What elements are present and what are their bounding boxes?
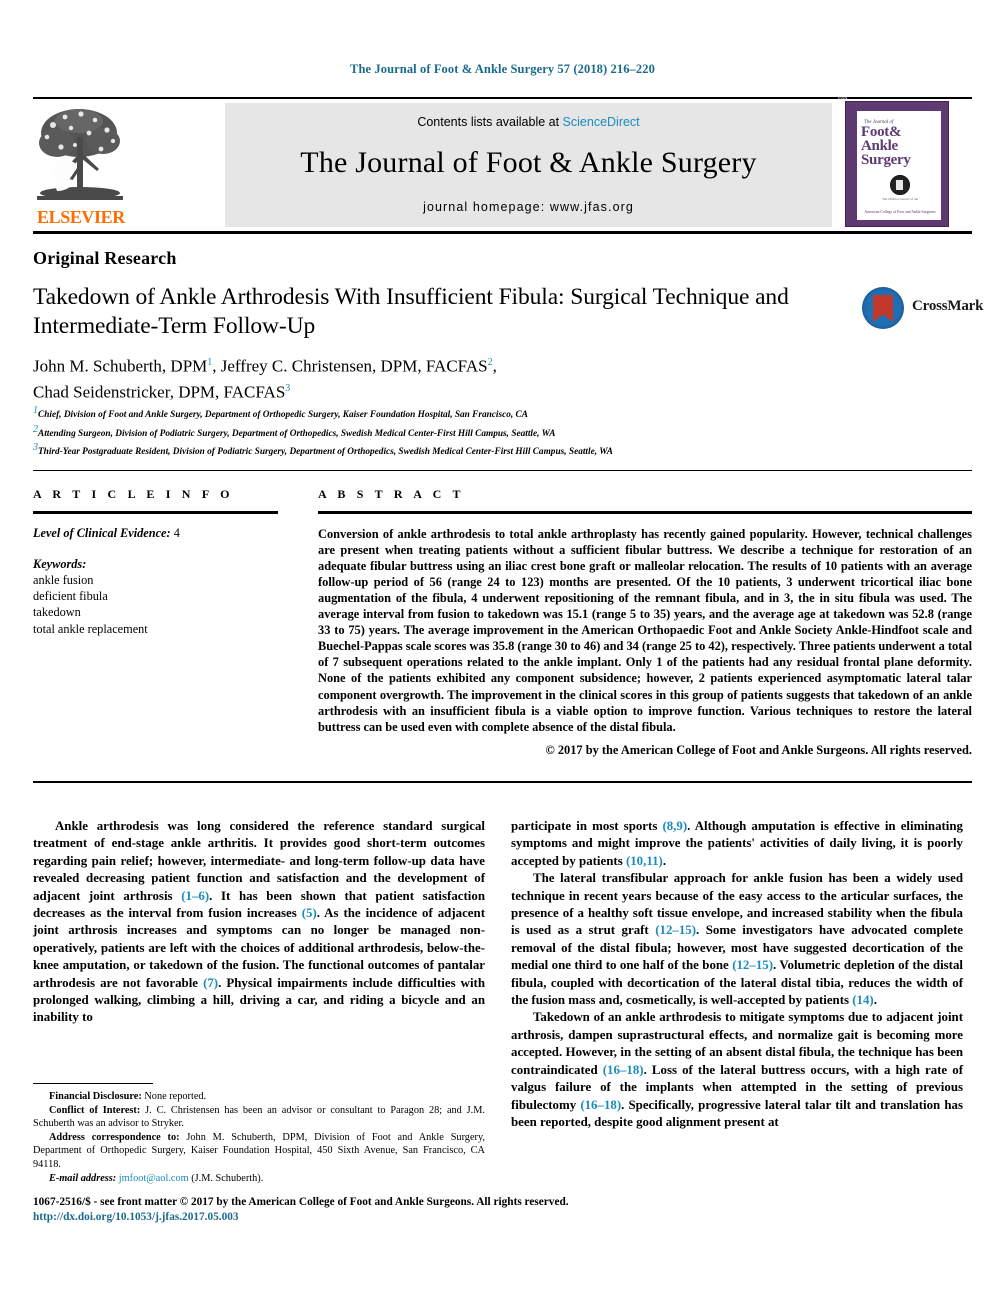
- running-head: The Journal of Foot & Ankle Surgery 57 (…: [350, 62, 655, 76]
- issn-copyright-line: 1067-2516/$ - see front matter © 2017 by…: [33, 1196, 569, 1208]
- citation-link[interactable]: (7): [203, 976, 218, 990]
- affiliation-1-text: Chief, Division of Foot and Ankle Surger…: [38, 410, 528, 421]
- author-1: John M. Schuberth, DPM: [33, 356, 208, 376]
- body-column-right: participate in most sports (8,9). Althou…: [511, 818, 963, 1131]
- sciencedirect-link[interactable]: ScienceDirect: [563, 115, 640, 129]
- footnote-conflict-of-interest: Conflict of Interest: J. C. Christensen …: [33, 1104, 485, 1131]
- keywords-label: Keywords:: [33, 556, 87, 571]
- citation-link[interactable]: (12–15): [655, 923, 696, 937]
- crossmark-label: CrossMark: [912, 298, 984, 314]
- body-column-left: Ankle arthrodesis was long considered th…: [33, 818, 485, 1027]
- cover-title-line3: Surgery: [861, 152, 911, 168]
- journal-article-page: The Journal of Foot & Ankle Surgery 57 (…: [0, 0, 1005, 1305]
- citation-link[interactable]: (1–6): [181, 889, 209, 903]
- abstract-text: Conversion of ankle arthrodesis to total…: [318, 526, 973, 734]
- body-text: .: [662, 853, 667, 868]
- evidence-value: 4: [173, 525, 180, 540]
- masthead: ELSEVIER Contents lists available at Sci…: [33, 95, 972, 229]
- email-link[interactable]: jmfoot@aol.com: [119, 1173, 189, 1184]
- affiliation-2-text: Attending Surgeon, Division of Podiatric…: [38, 428, 556, 439]
- cover-society-seal-icon: [890, 175, 910, 195]
- abstract-column: A B S T R A C T Conversion of ankle arth…: [318, 487, 972, 758]
- contents-bar: Contents lists available at ScienceDirec…: [225, 103, 832, 227]
- cover-title-line2: Ankle: [861, 138, 898, 154]
- citation-link[interactable]: (14): [852, 993, 873, 1007]
- citation-link[interactable]: (10,11): [626, 854, 663, 868]
- doi-link[interactable]: http://dx.doi.org/10.1053/j.jfas.2017.05…: [33, 1211, 933, 1223]
- citation-link[interactable]: (8,9): [662, 819, 687, 833]
- evidence-label: Level of Clinical Evidence:: [33, 525, 171, 540]
- citation-link[interactable]: (12–15): [732, 958, 773, 972]
- author-3: Chad Seidenstricker, DPM, FACFAS: [33, 382, 286, 402]
- body-paragraph: Takedown of an ankle arthrodesis to miti…: [511, 1009, 963, 1131]
- body-paragraph: The lateral transfibular approach for an…: [511, 870, 963, 1009]
- article-info-heading: A R T I C L E I N F O: [33, 487, 234, 501]
- affiliation-3-text: Third-Year Postgraduate Resident, Divisi…: [38, 447, 613, 458]
- keyword-item: ankle fusion: [33, 573, 94, 587]
- cover-issn-label: ISSN: [838, 95, 848, 100]
- article-info-column: A R T I C L E I N F O Level of Clinical …: [33, 487, 278, 637]
- footnote-financial-disclosure: Financial Disclosure: None reported.: [33, 1090, 485, 1104]
- keywords-block: Keywords: ankle fusion deficient fibula …: [33, 556, 278, 637]
- abstract-heading-rule: [318, 511, 972, 514]
- elsevier-wordmark: ELSEVIER: [37, 207, 125, 227]
- cover-society-line: American College of Foot and Ankle Surge…: [864, 210, 936, 214]
- email-label: E-mail address:: [49, 1172, 117, 1184]
- footnotes-block: Financial Disclosure: None reported. Con…: [33, 1090, 485, 1185]
- affiliation-2: 2Attending Surgeon, Division of Podiatri…: [33, 423, 853, 442]
- footnote-address: Address correspondence to: John M. Schub…: [33, 1131, 485, 1172]
- body-paragraph: Ankle arthrodesis was long considered th…: [33, 818, 485, 1027]
- masthead-top-rule: [33, 97, 972, 99]
- elsevier-tree-icon: [37, 103, 123, 203]
- article-info-heading-rule: [33, 511, 278, 514]
- journal-name: The Journal of Foot & Ankle Surgery: [300, 146, 757, 179]
- keyword-item: total ankle replacement: [33, 621, 148, 636]
- citation-link[interactable]: (5): [302, 906, 317, 920]
- citation-link[interactable]: (16–18): [580, 1098, 621, 1112]
- journal-homepage[interactable]: journal homepage: www.jfas.org: [225, 200, 832, 214]
- abstract-copyright: © 2017 by the American College of Foot a…: [545, 742, 972, 757]
- article-info-body: Level of Clinical Evidence: 4 Keywords: …: [33, 525, 278, 637]
- conflict-label: Conflict of Interest:: [49, 1104, 141, 1116]
- author-list: John M. Schuberth, DPM1, Jeffrey C. Chri…: [33, 352, 823, 403]
- affiliation-3: 3Third-Year Postgraduate Resident, Divis…: [33, 441, 853, 460]
- crossmark-circle-icon: [862, 287, 904, 329]
- financial-disclosure-label: Financial Disclosure:: [49, 1091, 142, 1102]
- body-paragraph: participate in most sports (8,9). Althou…: [511, 818, 963, 870]
- article-section-type: Original Research: [33, 248, 177, 268]
- author-2: , Jeffrey C. Christensen, DPM, FACFAS: [212, 356, 488, 376]
- body-text: participate in most sports: [511, 819, 663, 833]
- keyword-item: takedown: [33, 605, 81, 620]
- crossmark-bookmark-icon: [873, 295, 893, 322]
- email-suffix: (J.M. Schuberth).: [188, 1172, 264, 1184]
- abstract-heading: A B S T R A C T: [318, 487, 465, 501]
- cover-society-small: The Official Journal of the: [881, 197, 919, 201]
- cover-inner-panel: The Journal of Foot& Ankle Surgery The O…: [857, 111, 941, 220]
- author-separator: ,: [492, 356, 497, 376]
- keyword-item: deficient fibula: [33, 589, 108, 604]
- crossmark-badge[interactable]: CrossMark: [862, 285, 983, 331]
- contents-prefix: Contents lists available at: [417, 115, 563, 129]
- author-3-affil-marker[interactable]: 3: [285, 383, 290, 394]
- footnote-rule: [33, 1083, 153, 1085]
- elsevier-logo: ELSEVIER: [37, 103, 125, 227]
- address-label: Address correspondence to:: [49, 1131, 180, 1143]
- article-title: Takedown of Ankle Arthrodesis With Insuf…: [33, 284, 789, 339]
- cover-title-line1: Foot&: [861, 124, 902, 140]
- journal-cover-thumbnail[interactable]: ISSN The Journal of Foot& Ankle Surgery …: [838, 95, 949, 227]
- masthead-bottom-rule: [33, 231, 972, 235]
- contents-available-line: Contents lists available at ScienceDirec…: [225, 115, 832, 129]
- abstract-section-top-rule: [33, 470, 972, 472]
- cover-title: Foot& Ankle Surgery: [861, 124, 939, 168]
- affiliation-1: 1Chief, Division of Foot and Ankle Surge…: [33, 404, 853, 423]
- citation-link[interactable]: (16–18): [603, 1063, 644, 1077]
- financial-disclosure-text: None reported.: [141, 1091, 207, 1102]
- abstract-section-bottom-rule: [33, 781, 972, 784]
- body-text: .: [873, 993, 877, 1008]
- footnote-email: E-mail address: jmfoot@aol.com (J.M. Sch…: [33, 1172, 485, 1186]
- affiliation-list: 1Chief, Division of Foot and Ankle Surge…: [33, 404, 853, 460]
